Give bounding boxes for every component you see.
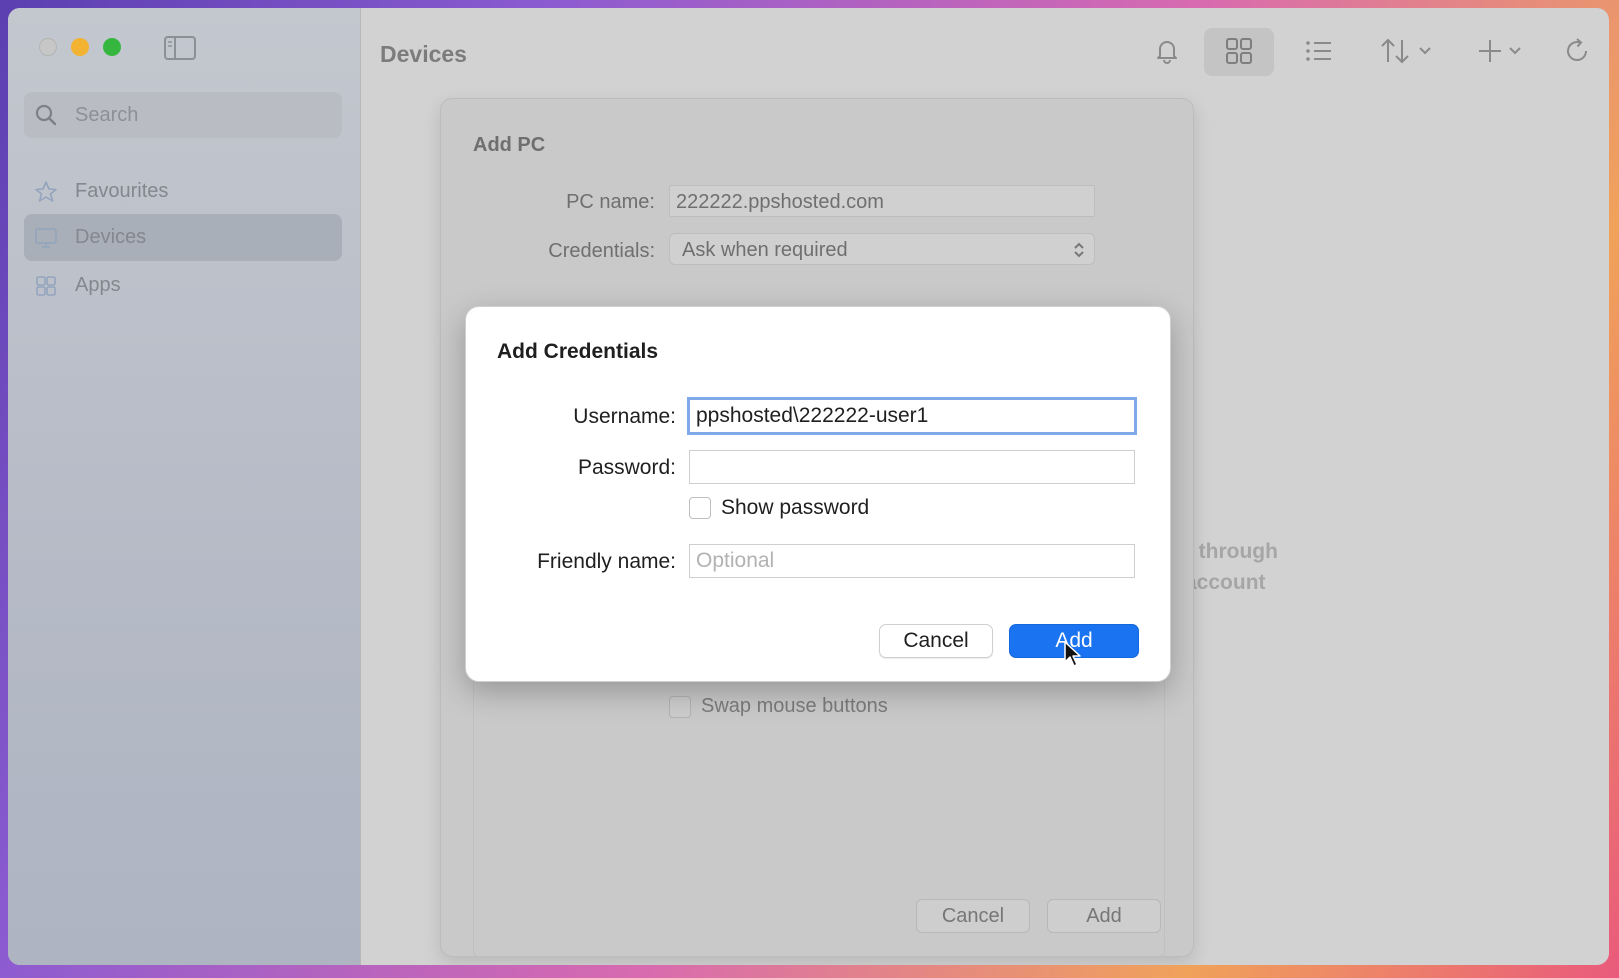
- maximize-window-button[interactable]: [103, 38, 121, 56]
- dialog-title: Add Credentials: [497, 340, 659, 363]
- sidebar-item-label: Favourites: [75, 180, 169, 202]
- sidebar-item-label: Devices: [75, 226, 147, 248]
- credentials-select[interactable]: Ask when required: [669, 233, 1095, 265]
- show-password-label: Show password: [721, 496, 870, 519]
- sidebar-item-label: Apps: [75, 274, 121, 296]
- password-field[interactable]: [689, 450, 1135, 484]
- sheet-add-button[interactable]: Add: [1047, 899, 1161, 933]
- apps-grid-icon: [36, 276, 56, 296]
- username-label: Username:: [573, 405, 676, 428]
- sort-icon[interactable]: [1380, 36, 1444, 66]
- credentials-label: Credentials:: [548, 240, 655, 262]
- minimize-window-button[interactable]: [71, 38, 89, 56]
- pc-name-label: PC name:: [566, 191, 655, 213]
- swap-mouse-label: Swap mouse buttons: [701, 695, 888, 717]
- sheet-title: Add PC: [473, 134, 546, 156]
- sidebar-item-devices[interactable]: Devices: [24, 214, 342, 261]
- search-placeholder: Search: [75, 104, 139, 126]
- grid-view-icon[interactable]: [1224, 36, 1254, 66]
- friendly-name-label: Friendly name:: [537, 550, 676, 573]
- show-password-checkbox[interactable]: [689, 497, 711, 519]
- add-icon[interactable]: [1478, 36, 1534, 66]
- refresh-icon[interactable]: [1562, 36, 1592, 66]
- sidebar: Search Favourites Devices Apps: [8, 8, 361, 965]
- username-field[interactable]: [687, 397, 1137, 435]
- search-field[interactable]: Search: [24, 92, 342, 138]
- background-message: u through account: [1180, 536, 1278, 598]
- close-window-button[interactable]: [39, 38, 57, 56]
- mouse-pointer-icon: [1064, 641, 1081, 667]
- swap-mouse-checkbox[interactable]: [669, 696, 691, 718]
- page-title: Devices: [380, 41, 467, 67]
- monitor-icon: [35, 228, 57, 248]
- background-message-line: u through: [1180, 540, 1278, 563]
- pc-name-field[interactable]: 222222.ppshosted.com: [669, 185, 1095, 217]
- sidebar-item-favourites[interactable]: Favourites: [24, 168, 342, 215]
- sidebar-item-apps[interactable]: Apps: [24, 262, 342, 309]
- password-label: Password:: [577, 456, 676, 479]
- search-icon: [35, 104, 57, 126]
- star-icon: [35, 181, 57, 202]
- friendly-name-field[interactable]: [689, 544, 1135, 578]
- dialog-cancel-button[interactable]: Cancel: [879, 624, 993, 658]
- list-view-icon[interactable]: [1304, 36, 1334, 66]
- sheet-cancel-button[interactable]: Cancel: [916, 899, 1030, 933]
- credentials-select-value: Ask when required: [682, 239, 848, 261]
- add-credentials-dialog: Add Credentials Username: Password: Show…: [465, 306, 1171, 682]
- updown-chevron-icon: [1074, 242, 1084, 258]
- bell-icon[interactable]: [1152, 36, 1182, 66]
- sidebar-toggle-icon[interactable]: [164, 36, 196, 60]
- background-message-line: account: [1185, 571, 1266, 594]
- app-window: Search Favourites Devices Apps Devices u…: [8, 8, 1609, 965]
